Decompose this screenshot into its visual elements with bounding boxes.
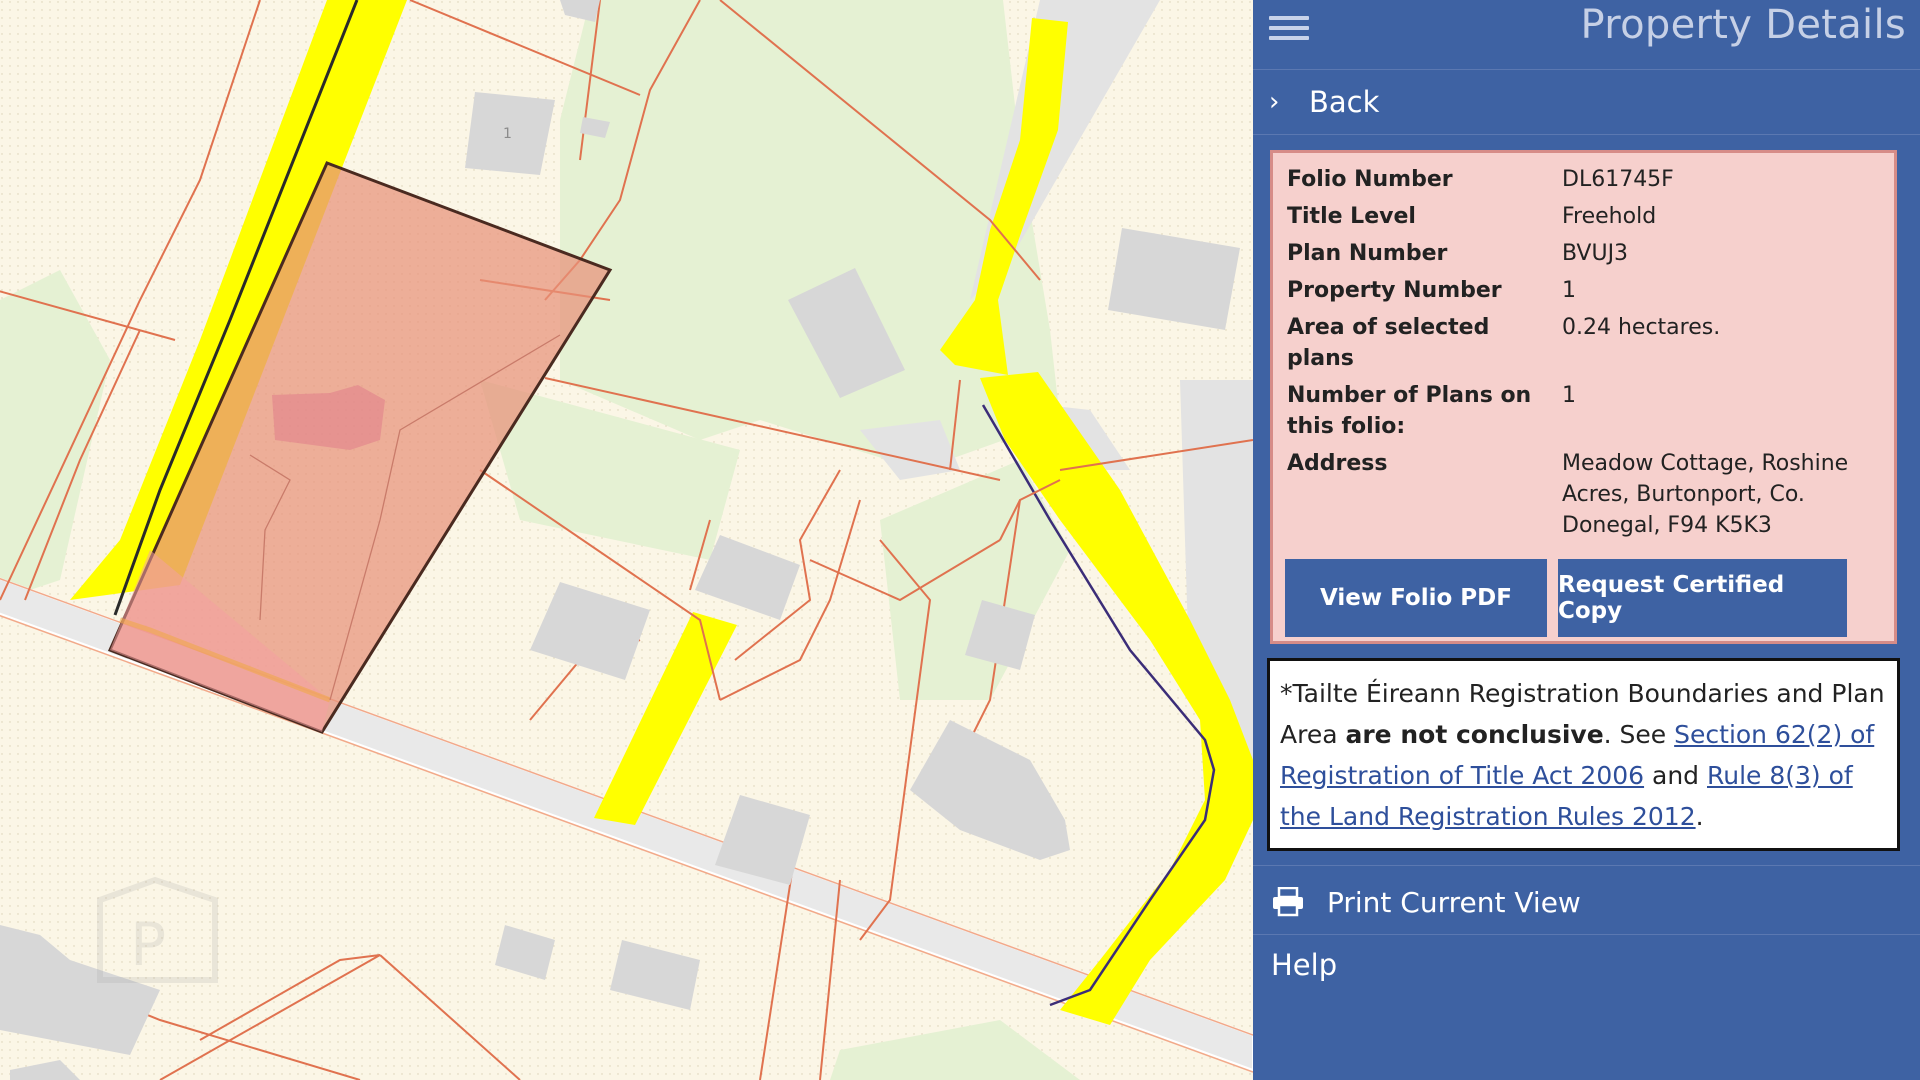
info-value: 0.24 hectares. (1562, 315, 1721, 340)
info-label: Property Number (1287, 278, 1502, 303)
disclaimer-notice: *Tailte Éireann Registration Boundaries … (1267, 658, 1900, 851)
view-folio-pdf-button[interactable]: View Folio PDF (1285, 559, 1547, 637)
back-label: Back (1309, 85, 1380, 119)
info-value: 1 (1562, 383, 1576, 408)
info-label: Folio Number (1287, 167, 1453, 192)
notice-bold: are not conclusive (1345, 720, 1604, 749)
info-value: DL61745F (1562, 167, 1674, 192)
panel-header: Property Details (1253, 0, 1920, 54)
info-value: Freehold (1562, 204, 1657, 229)
help-link[interactable]: Help (1271, 948, 1337, 982)
info-row: Folio Number DL61745F (1283, 161, 1866, 198)
request-certified-copy-button[interactable]: Request Certified Copy (1558, 559, 1847, 637)
info-value: Meadow Cottage, Roshine Acres, Burtonpor… (1562, 451, 1849, 538)
print-current-view-button[interactable]: Print Current View (1253, 872, 1920, 932)
folio-info-box: Folio Number DL61745F Title Level Freehold… (1270, 150, 1897, 644)
back-button[interactable]: › Back (1253, 69, 1920, 135)
info-label: Plan Number (1287, 241, 1448, 266)
property-details-panel: Property Details › Back Folio Number DL61… (1253, 0, 1920, 1080)
print-label: Print Current View (1327, 885, 1581, 919)
printer-icon (1271, 886, 1305, 917)
panel-title: Property Details (1580, 2, 1906, 48)
info-label: Title Level (1287, 204, 1416, 229)
info-row: Address Meadow Cottage, Roshine Acres, Bu… (1283, 445, 1866, 544)
notice-text: . See (1603, 720, 1675, 749)
info-value: 1 (1562, 278, 1576, 303)
map-canvas[interactable]: 1 P (0, 0, 1253, 1080)
info-row: Title Level Freehold (1283, 198, 1866, 235)
info-row: Property Number 1 (1283, 272, 1866, 309)
selected-building (272, 385, 385, 450)
map-view[interactable]: 1 P (0, 0, 1253, 1080)
info-row: Plan Number BVUJ3 (1283, 235, 1866, 272)
divider (1253, 934, 1920, 935)
info-label: Address (1287, 451, 1388, 476)
info-value: BVUJ3 (1562, 241, 1629, 266)
info-label: Area of selected plans (1287, 315, 1490, 371)
folio-info-table: Folio Number DL61745F Title Level Freehold… (1283, 161, 1866, 544)
info-row: Number of Plans on this folio: 1 (1283, 377, 1866, 445)
chevron-right-icon: › (1269, 87, 1280, 117)
svg-text:P: P (130, 910, 166, 980)
info-row: Area of selected plans 0.24 hectares. (1283, 309, 1866, 377)
divider (1253, 865, 1920, 866)
info-label: Number of Plans on this folio: (1287, 383, 1532, 439)
plot-number-label: 1 (503, 126, 512, 142)
notice-text: and (1644, 761, 1707, 790)
notice-text: . (1695, 802, 1704, 831)
hamburger-menu-icon[interactable] (1269, 10, 1309, 44)
